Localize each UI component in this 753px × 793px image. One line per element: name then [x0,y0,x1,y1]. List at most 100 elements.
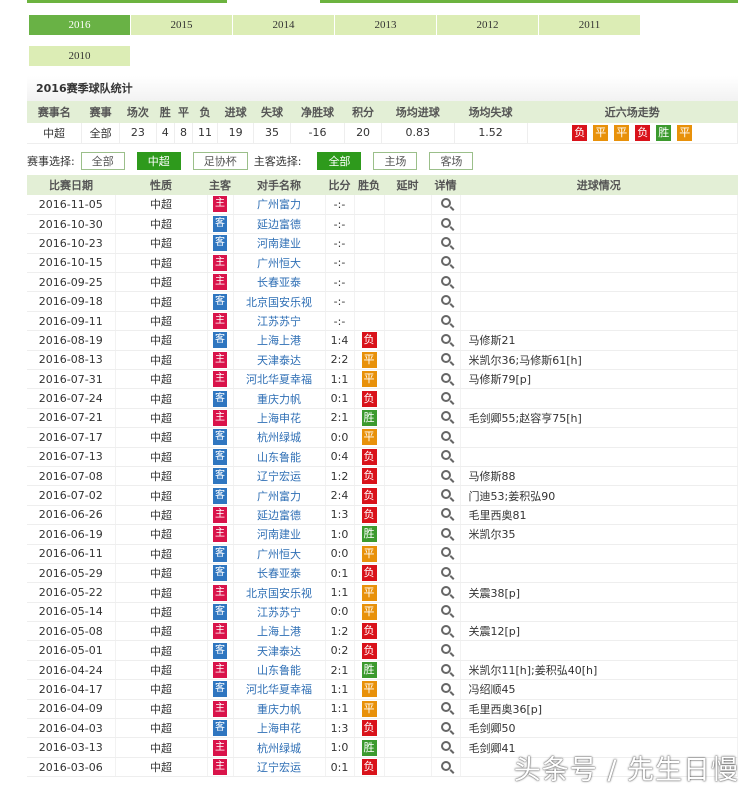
details [431,544,461,564]
search-icon[interactable] [440,624,451,635]
opponent-link[interactable]: 长春亚泰 [257,276,301,289]
details [431,640,461,661]
search-icon[interactable] [440,314,451,325]
search-icon[interactable] [440,450,451,461]
opponent-link[interactable]: 上海申花 [257,412,301,425]
opponent-link[interactable]: 广州富力 [257,198,301,211]
opponent-link[interactable]: 天津泰达 [257,645,301,658]
search-icon[interactable] [440,760,451,771]
opponent-link[interactable]: 河北华夏幸福 [246,373,312,386]
search-icon[interactable] [440,489,451,500]
year-tab-2011[interactable]: 2011 [539,15,640,35]
details [431,233,461,254]
search-icon[interactable] [440,295,451,306]
home-away: 主 [207,524,234,545]
opponent-link[interactable]: 辽宁宏运 [257,470,301,483]
search-icon[interactable] [440,275,451,286]
opponent-link[interactable]: 延边富德 [257,218,301,231]
search-icon[interactable] [440,527,451,538]
opponent-link[interactable]: 天津泰达 [257,354,301,367]
search-icon[interactable] [440,605,451,616]
column-header: 比分 [325,175,354,195]
search-icon[interactable] [440,663,451,674]
home-away: 客 [207,330,234,351]
comp-filter-option[interactable]: 中超 [136,152,181,170]
details [431,524,461,545]
opponent-link[interactable]: 北京国安乐视 [246,296,312,309]
table-row: 2016-10-15 中超主 广州恒大 -:- [27,253,738,274]
year-tab-2012[interactable]: 2012 [437,15,538,35]
home-away: 主 [207,408,234,429]
comp-filter-option[interactable]: 足协杯 [192,152,248,170]
filter-bar: 赛事选择: 全部 中超 足协杯 主客选择: 全部 主场 客场 [27,152,479,170]
opponent-link[interactable]: 延边富德 [257,509,301,522]
search-icon[interactable] [440,392,451,403]
comp-filter-option[interactable]: 全部 [80,152,125,170]
opponent-link[interactable]: 广州富力 [257,490,301,503]
home-away-badge: 客 [213,642,227,659]
search-icon[interactable] [440,236,451,247]
search-icon[interactable] [440,682,451,693]
search-icon[interactable] [440,586,451,596]
opponent-link[interactable]: 河南建业 [257,237,301,250]
competition: 中超 [115,621,208,642]
details [431,737,461,758]
search-icon[interactable] [440,353,451,364]
ha-filter-option[interactable]: 全部 [317,152,362,170]
year-tab-2015[interactable]: 2015 [131,15,232,35]
search-icon[interactable] [440,411,451,422]
opponent-link[interactable]: 河北华夏幸福 [246,683,312,696]
result [354,272,385,293]
opponent-link[interactable]: 上海上港 [257,334,301,347]
opponent-link[interactable]: 山东鲁能 [257,664,301,677]
ha-filter-option[interactable]: 客场 [429,152,474,170]
search-icon[interactable] [440,721,451,732]
opponent-link[interactable]: 河南建业 [257,528,301,541]
result: 平 [354,369,385,390]
home-away-badge: 主 [213,196,227,213]
year-tab-2010[interactable]: 2010 [29,46,130,66]
search-icon[interactable] [440,547,451,558]
opponent-link[interactable]: 广州恒大 [257,548,301,561]
search-icon[interactable] [440,566,451,577]
stats-header: 近六场走势 [527,101,738,123]
opponent-link[interactable]: 重庆力帆 [257,393,301,406]
search-icon[interactable] [440,741,451,752]
search-icon[interactable] [440,702,451,713]
match-date: 2016-05-14 [27,602,116,623]
opponent-link[interactable]: 长春亚泰 [257,567,301,580]
opponent-link[interactable]: 北京国安乐视 [246,587,312,600]
score: 1:2 [325,466,355,487]
search-icon[interactable] [440,644,451,655]
year-tab-2016[interactable]: 2016 [29,15,130,35]
opponent-link[interactable]: 杭州绿城 [257,742,301,755]
match-date: 2016-07-24 [27,388,116,409]
opponent-link[interactable]: 江苏苏宁 [257,606,301,619]
opponent-link[interactable]: 杭州绿城 [257,431,301,444]
opponent-link[interactable]: 辽宁宏运 [257,761,301,774]
ha-filter-option[interactable]: 主场 [373,152,418,170]
search-icon[interactable] [440,217,451,228]
match-date: 2016-05-22 [27,582,116,603]
opponent-link[interactable]: 山东鲁能 [257,451,301,464]
opponent-link[interactable]: 上海申花 [257,722,301,735]
home-away-badge: 客 [213,390,227,407]
result-badge: 胜 [656,124,672,141]
year-tab-2014[interactable]: 2014 [233,15,334,35]
search-icon[interactable] [440,469,451,480]
search-icon[interactable] [440,508,451,519]
search-icon[interactable] [440,333,451,344]
table-row: 2016-11-05 中超主 广州富力 -:- [27,195,738,215]
score: -:- [325,253,355,274]
opponent-link[interactable]: 江苏苏宁 [257,315,301,328]
opponent-link[interactable]: 重庆力帆 [257,703,301,716]
opponent-link[interactable]: 广州恒大 [257,257,301,270]
search-icon[interactable] [440,372,451,383]
search-icon[interactable] [440,256,451,267]
opponent-link[interactable]: 上海上港 [257,625,301,638]
year-tab-2013[interactable]: 2013 [335,15,436,35]
search-icon[interactable] [440,197,451,208]
details [431,408,461,429]
search-icon[interactable] [440,430,451,441]
table-row: 2016-05-08 中超主 上海上港 1:2 负 关震12[p] [27,621,738,642]
